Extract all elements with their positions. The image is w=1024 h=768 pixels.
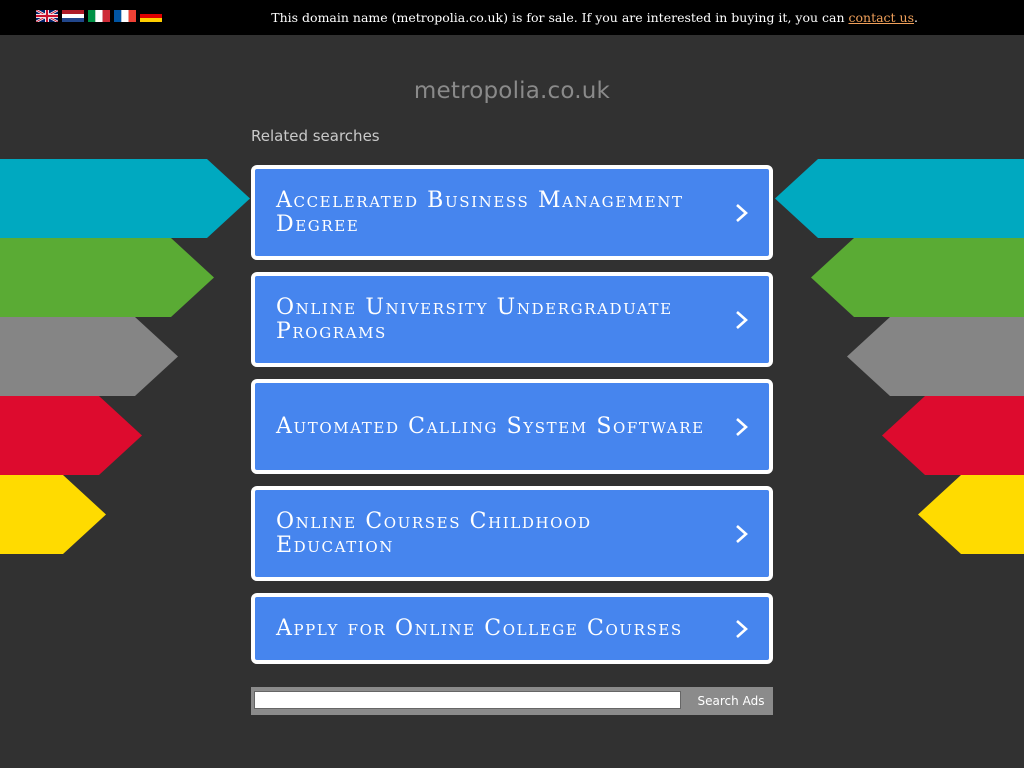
left-arrow-green <box>0 238 214 317</box>
left-decorative-arrows <box>0 159 250 554</box>
language-selector <box>36 10 166 22</box>
top-bar: This domain name (metropolia.co.uk) is f… <box>0 0 1024 35</box>
search-link-label: Accelerated Business Management Degree <box>276 187 684 237</box>
chevron-right-icon <box>736 619 748 638</box>
left-arrow-cyan <box>0 159 250 238</box>
search-link-2[interactable]: Online University Undergraduate Programs <box>251 272 773 367</box>
chevron-right-icon <box>736 310 748 329</box>
search-ads-box: Search Ads <box>251 687 773 715</box>
uk-flag-icon[interactable] <box>36 10 58 22</box>
left-arrow-yellow <box>0 475 106 554</box>
notice-text: This domain name (metropolia.co.uk) is f… <box>271 10 849 25</box>
italy-flag-icon[interactable] <box>88 10 110 22</box>
domain-sale-notice: This domain name (metropolia.co.uk) is f… <box>271 10 918 25</box>
notice-end: . <box>914 10 918 25</box>
search-link-3[interactable]: Automated Calling System Software <box>251 379 773 474</box>
left-arrow-grey <box>0 317 178 396</box>
chevron-right-icon <box>736 203 748 222</box>
germany-flag-icon[interactable] <box>140 10 162 22</box>
right-arrow-grey <box>847 317 1024 396</box>
page: This domain name (metropolia.co.uk) is f… <box>0 0 1024 768</box>
right-arrow-cyan <box>775 159 1024 238</box>
search-link-label: Apply for Online College Courses <box>276 615 683 641</box>
left-arrow-red <box>0 396 142 475</box>
chevron-right-icon <box>736 524 748 543</box>
related-searches-label: Related searches <box>251 127 380 145</box>
search-input[interactable] <box>254 691 681 709</box>
search-link-1[interactable]: Accelerated Business Management Degree <box>251 165 773 260</box>
related-search-links: Accelerated Business Management Degree O… <box>251 165 773 676</box>
contact-us-link[interactable]: contact us <box>849 10 915 25</box>
search-link-5[interactable]: Apply for Online College Courses <box>251 593 773 664</box>
search-link-label: Online Courses Childhood Education <box>276 508 592 558</box>
france-flag-icon[interactable] <box>114 10 136 22</box>
right-arrow-green <box>811 238 1024 317</box>
right-arrow-yellow <box>918 475 1024 554</box>
right-arrow-red <box>882 396 1024 475</box>
chevron-right-icon <box>736 417 748 436</box>
search-link-label: Automated Calling System Software <box>276 413 705 439</box>
netherlands-flag-icon[interactable] <box>62 10 84 22</box>
search-ads-button[interactable]: Search Ads <box>689 687 773 715</box>
search-link-label: Online University Undergraduate Programs <box>276 294 673 344</box>
right-decorative-arrows <box>775 159 1024 554</box>
search-link-4[interactable]: Online Courses Childhood Education <box>251 486 773 581</box>
domain-title: metropolia.co.uk <box>413 78 611 104</box>
